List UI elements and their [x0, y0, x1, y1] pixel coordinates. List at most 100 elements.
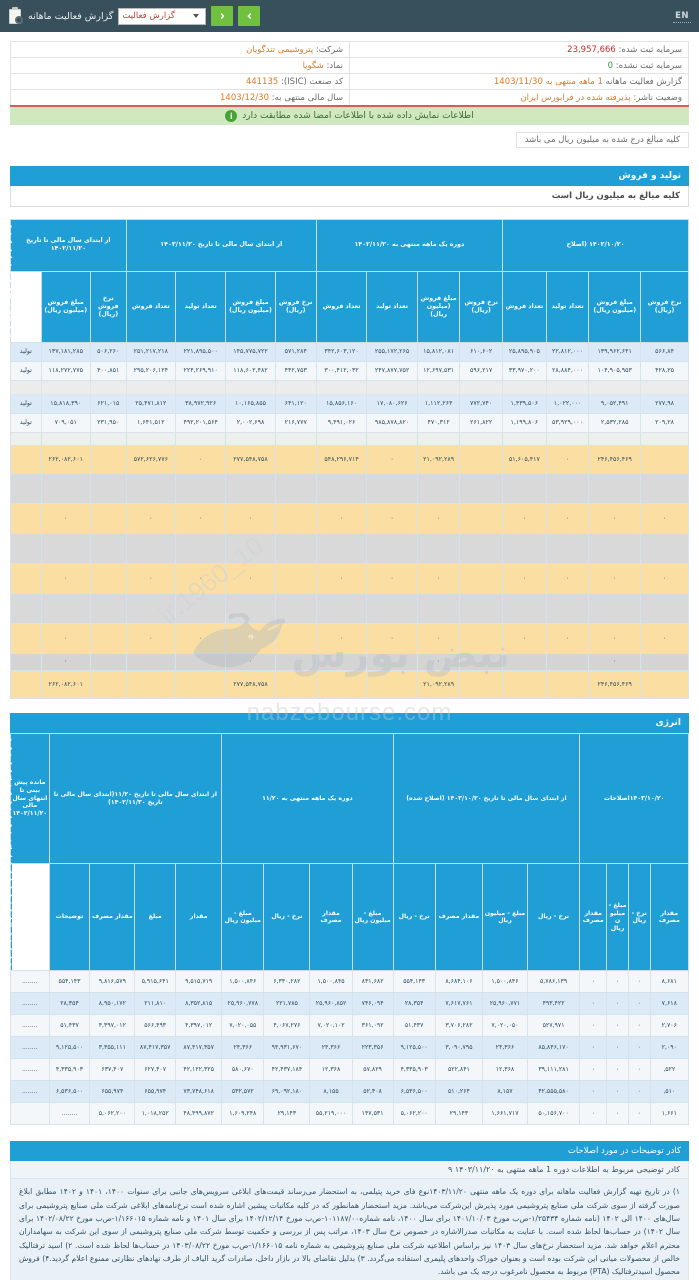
energy-cell: ۵۵,۲۱۹,۰۰۰ [309, 1102, 353, 1126]
energy-sub-header-row: مقدار مصرف نرخ - ریال مبلغ - میلیون ریال مق… [11, 863, 690, 972]
production-cell [459, 532, 503, 564]
production-cell [225, 431, 276, 446]
production-cell [588, 431, 642, 446]
production-cell: ٠ [366, 562, 418, 594]
energy-cell: ........ [10, 1058, 50, 1082]
production-cell: ۲۲,۸۱۲,۰۰۰ [545, 341, 590, 362]
energy-cell: ٠ [606, 1058, 629, 1082]
production-cell: ٠ [640, 562, 689, 594]
energy-cell [10, 1102, 50, 1126]
energy-cell: ۵۱۰, [649, 1080, 690, 1104]
production-cell: ۳۴۲,۶۰۳,۱۲۰ [315, 341, 368, 362]
production-cell: ۵۷۱,۲۸۴ [274, 341, 317, 362]
report-type-select[interactable]: گزارش فعالیت [118, 7, 207, 25]
production-cell: ۲۱,۰۹۲,۲۸۹ [416, 669, 461, 699]
production-group-0: ۱۴۰۲/۱۰/۲۰ (اصلاح [501, 219, 690, 272]
energy-cell: ٠ [606, 1014, 629, 1038]
energy-col-6: مقدار مصرف [434, 863, 484, 972]
production-cell [174, 431, 227, 446]
production-cell: ٠ [588, 622, 642, 654]
production-cell: ۱۵,۸۱۲,۰۸۱ [416, 341, 461, 362]
production-cell [416, 379, 461, 395]
production-cell [89, 532, 127, 564]
production-cell [274, 472, 317, 504]
production-cell: ٠ [588, 502, 642, 534]
production-cell: ۹,۴۹۱,۰۲۶ [315, 412, 368, 433]
production-cell: ٠ [225, 652, 276, 671]
production-col-10: تعداد تولید [174, 270, 227, 343]
language-toggle-en[interactable]: EN [673, 10, 691, 23]
production-cell: ۱۳۹,۹۶۲,۶۴۱ [588, 341, 642, 362]
energy-cell: ۱۴۷,۵۳۱ [351, 1102, 394, 1126]
energy-cell: ۲۵,۹۶۰,۷۷۸ [221, 992, 265, 1016]
production-row: ۲۷۷,۹۸ ۹,۰۵۲,۴۹۱ ۱,۰۲۲,۰۰۰ ۱,۴۳۹,۵۰۶ ۷۷۲,۷۴۰… [10, 393, 689, 414]
production-cell: ٠ [588, 562, 642, 594]
production-cell: ۱۷,۰۸۰,۶۲۶ [366, 393, 418, 414]
production-cell: ۲۴۷,۸۷۷,۷۵۲ [366, 360, 418, 381]
production-cell: ۵۱,۶۰۵,۴۱۷ [501, 444, 547, 474]
production-cell [274, 592, 317, 624]
energy-table: ۱۴۰۳/۱۰/۲۰اصلاحات از ابتدای سال مالی تا ت… [4, 732, 690, 1126]
production-cell [274, 532, 317, 564]
energy-cell: ۴,۳۳۵,۹۰۳ [48, 1058, 91, 1082]
production-cell: ۲۵,۴۷۱,۸۱۲ [125, 393, 176, 414]
production-cell: ٠ [545, 444, 590, 474]
energy-cell: ۳,۷۰۶,۲۸۲ [434, 1014, 484, 1038]
energy-cell: ۲۲۱,۷۸۵ [263, 992, 311, 1016]
production-cell: ۴۷۰,۳۱۲ [416, 412, 461, 433]
fiscal-year-label: سال مالی منتهی به: [271, 92, 343, 103]
production-col-0: نرخ فروش (ریال) [640, 270, 689, 343]
production-cell: ۳۰۰,۴۱۲,۰۳۲ [315, 360, 368, 381]
production-cell: ۷۰۹,۰۵۱ [40, 412, 91, 433]
production-cell: ۱۵,۸۱۸,۳۹۰ [40, 393, 91, 414]
production-row: ۴۲۸,۲۵ ۱۰۴,۹۰۵,۹۵۳ ۲۸,۸۸۴,۰۰۰ ۳۳,۹۷۰,۲۰۰ ۵۹۶… [10, 360, 689, 381]
production-cell [459, 669, 503, 699]
production-cell: ۳۳,۹۷۰,۲۰۰ [501, 360, 547, 381]
production-cell: ۱۰,۱۶۵,۸۵۵ [225, 393, 276, 414]
production-cell [545, 472, 590, 504]
production-cell [416, 592, 461, 624]
energy-cell: ۴,۰۶۷,۲۷۶ [263, 1014, 311, 1038]
production-cell: ٠ [545, 502, 590, 534]
energy-cell: ٠ [627, 1058, 651, 1082]
production-cell [501, 652, 547, 671]
production-col-7: تعداد فروش [315, 270, 368, 343]
production-col-1: مبلغ فروش (میلیون ریال) [588, 270, 642, 343]
production-cell: ٠ [640, 502, 689, 534]
production-cell: ۱,۶۴۱,۵۱۲ [125, 412, 176, 433]
production-col-9: مبلغ فروش (میلیون ریال) [225, 270, 276, 343]
energy-cell: ۴۹۳,۴۲۲ [526, 992, 581, 1016]
energy-cell: ٠ [627, 1036, 651, 1060]
energy-cell: ۲۸,۳۵۴ [392, 992, 436, 1016]
production-cell [640, 669, 689, 699]
energy-cell: ٠ [579, 970, 608, 994]
production-cell: ٠ [40, 562, 91, 594]
production-cell [416, 532, 461, 564]
production-row [10, 379, 689, 395]
energy-table-wrap: ۱۴۰۳/۱۰/۲۰اصلاحات از ابتدای سال مالی تا ت… [4, 732, 690, 1126]
production-cell [89, 652, 127, 671]
prev-report-button[interactable]: ‹ [211, 6, 234, 26]
production-cell [89, 502, 127, 534]
production-cell [89, 562, 127, 594]
production-cell [10, 622, 42, 654]
energy-cell: ۷,۰۲۰,۰۵۰ [482, 1014, 528, 1038]
next-report-button[interactable]: › [238, 6, 261, 26]
production-cell: ٠ [416, 652, 461, 671]
chevron-down-icon [193, 14, 200, 18]
production-cell: ۱۱۸,۶۰۲,۴۸۲ [225, 360, 276, 381]
production-group-2: از ابتدای سال مالی تا تاریخ ۱۴۰۳/۱۱/۲۰ [125, 219, 317, 272]
production-col-8: نرخ فروش (ریال) [274, 270, 317, 343]
section-subtitle-production: کلیه مبالغ به میلیون ریال است [10, 186, 689, 207]
production-cell [274, 562, 317, 594]
production-cell [274, 379, 317, 395]
company-info-table: سرمایه ثبت شده: 23,957,666 شرکت: پتروشیم… [10, 41, 689, 106]
unregistered-capital-value: 0 [607, 60, 613, 71]
production-cell: ۲۱۶,۷۷۷ [274, 412, 317, 433]
production-cell: ٠ [315, 622, 368, 654]
production-cell [10, 431, 42, 446]
notice-text: اطلاعات نمایش داده شده با اطلاعات امضا ش… [242, 111, 474, 121]
energy-cell: ۳,۰۹۰,۷۹۵ [434, 1036, 484, 1060]
production-cell [640, 652, 689, 671]
production-cell: ۲۴۶,۴۵۶,۴۶۹ [588, 444, 642, 474]
